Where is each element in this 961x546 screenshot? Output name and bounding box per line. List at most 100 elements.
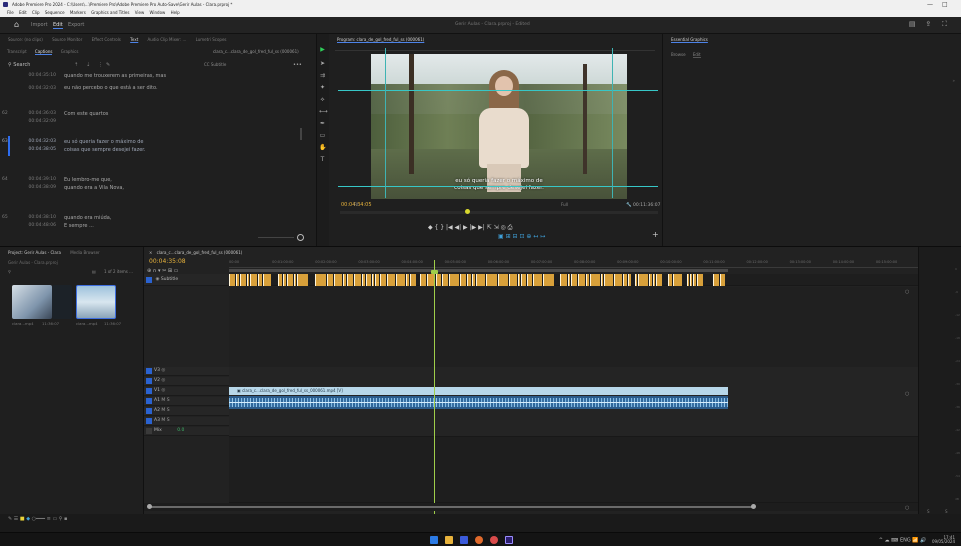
track-header-a2[interactable]: A2 M S <box>143 407 229 416</box>
selection-tool-icon[interactable]: ➤ <box>319 60 326 67</box>
subtitle-clip[interactable] <box>247 274 249 286</box>
subtitle-clip[interactable] <box>656 274 662 286</box>
subtitle-clip[interactable] <box>635 274 637 286</box>
subtitle-clip[interactable] <box>380 274 386 286</box>
premiere-taskbar-icon[interactable] <box>505 536 513 544</box>
subtab-graphics[interactable]: Graphics <box>61 49 79 54</box>
subtitle-clip[interactable] <box>263 274 271 286</box>
caption-row-62[interactable]: 62 00:04:36:03 00:04:32:09 Com este quar… <box>2 110 298 128</box>
subtitle-clip[interactable] <box>396 274 405 286</box>
project-item-name[interactable]: clara...mp4 <box>76 321 98 326</box>
razor-icon[interactable]: ⟡ <box>319 96 326 103</box>
track-lock-icon[interactable] <box>146 408 152 414</box>
slip-tool-icon[interactable]: ⟷ <box>319 108 328 115</box>
subtitle-clip[interactable] <box>673 274 682 286</box>
video-clip-v1[interactable]: ▣ clara_c...clara_de_gol_fred_ful_ss_000… <box>229 387 728 395</box>
subtab-captions[interactable]: Captions <box>34 49 53 55</box>
subtitle-clip[interactable] <box>354 274 361 286</box>
timeline-timecode[interactable]: 00:04:35:08 <box>149 258 186 265</box>
track-header-v3[interactable]: V3 ◎ <box>143 367 229 376</box>
caption-text[interactable]: quando era miúda, <box>64 214 294 222</box>
maximize-button[interactable]: □ <box>942 0 948 9</box>
track-lock-icon[interactable] <box>146 418 152 424</box>
caption-text[interactable]: eu não percebo o que está a ser dito. <box>64 84 294 92</box>
program-extra-controls[interactable]: ▣ ⊞ ⊟ ⊡ ⊕ ↤ ↦ <box>498 233 598 240</box>
subtitle-clip[interactable] <box>560 274 567 286</box>
subtitle-clip[interactable] <box>653 274 655 286</box>
chrome-icon[interactable] <box>490 536 498 544</box>
captions-zoom-track[interactable] <box>258 237 294 238</box>
quick-export-icon[interactable]: ⇪ <box>925 20 934 28</box>
scrollbar-thumb[interactable] <box>149 506 755 508</box>
subtitle-clip[interactable] <box>649 274 652 286</box>
project-item-name[interactable]: clara...mp4 <box>12 321 34 326</box>
track-header-subtitle[interactable]: ◉ Subtitle <box>143 274 229 286</box>
zoom-slider[interactable]: ○━━━ <box>32 516 45 522</box>
subtitle-clip[interactable] <box>543 274 554 286</box>
subtab-browse[interactable]: Browse <box>671 52 686 57</box>
captions-edit-icon[interactable]: ✎ <box>106 60 110 70</box>
menu-clip[interactable]: Clip <box>32 10 40 15</box>
subtitle-clip[interactable] <box>687 274 689 286</box>
panel-divider[interactable] <box>316 34 317 246</box>
tab-media-browser[interactable]: Media Browser <box>70 250 100 255</box>
subtitle-clip[interactable] <box>498 274 508 286</box>
track-header-a3[interactable]: A3 M S <box>143 417 229 426</box>
subtitle-clip[interactable] <box>283 274 286 286</box>
subtitle-clip[interactable] <box>387 274 395 286</box>
subtitle-clip[interactable] <box>476 274 485 286</box>
caption-row[interactable]: 00:04:32:03 eu não percebo o que está a … <box>8 84 298 93</box>
captions-split-icon[interactable]: ⋮ <box>98 60 103 70</box>
track-toggle-icon[interactable]: ◉ <box>155 277 159 282</box>
tab-essential-graphics[interactable]: Essential Graphics <box>671 37 708 42</box>
subtab-transcript[interactable]: Transcript <box>7 49 27 54</box>
list-view-icon[interactable]: ☰ <box>14 516 18 522</box>
subtitle-clip[interactable] <box>713 274 719 286</box>
project-item-thumbnail-selected[interactable] <box>76 285 116 319</box>
subtitle-clip[interactable] <box>334 274 342 286</box>
new-bin-icon[interactable]: ▭ <box>52 516 57 522</box>
subtitle-clip[interactable] <box>472 274 475 286</box>
caption-row-64[interactable]: 64 00:04:39:10 00:04:38:09 Eu lembro-me … <box>2 176 298 194</box>
subtitle-clip[interactable] <box>668 274 672 286</box>
subtitle-clip[interactable] <box>590 274 600 286</box>
subtitle-clip[interactable] <box>601 274 603 286</box>
minimize-button[interactable]: — <box>927 0 933 9</box>
subtitle-clip[interactable] <box>586 274 589 286</box>
caption-text[interactable]: Eu lembro-me que, <box>64 176 294 184</box>
subtitle-clip[interactable] <box>693 274 696 286</box>
mute-icon[interactable]: M <box>161 418 165 423</box>
subtitle-clip[interactable] <box>442 274 448 286</box>
eye-icon[interactable]: ◎ <box>161 378 165 383</box>
tab-import[interactable]: Import <box>31 22 48 28</box>
home-icon[interactable]: ⌂ <box>14 20 22 29</box>
timeline-ruler[interactable]: 00:00 00:01:00:00 00:02:00:00 00:03:00:00 00… <box>229 260 919 268</box>
browser-icon[interactable] <box>475 536 483 544</box>
freeform-view-icon[interactable]: ◆ <box>26 516 30 522</box>
subtitle-clip[interactable] <box>638 274 648 286</box>
track-select-icon[interactable]: ⇉ <box>319 72 326 79</box>
menu-markers[interactable]: Markers <box>70 10 86 15</box>
play-icon[interactable]: ▶ <box>319 46 326 53</box>
subtitle-clip[interactable] <box>347 274 353 286</box>
subtitle-clip[interactable] <box>410 274 416 286</box>
captions-more-button[interactable]: ••• <box>293 60 302 70</box>
mute-icon[interactable]: M <box>161 398 165 403</box>
app-icon[interactable] <box>460 536 468 544</box>
caption-text-line2[interactable]: E sempre ... <box>64 222 294 230</box>
subtitle-clip[interactable] <box>229 274 235 286</box>
subtitle-clip[interactable] <box>236 274 239 286</box>
timeline-horizontal-scrollbar[interactable] <box>143 503 919 511</box>
hand-tool-icon[interactable]: ✋ <box>319 144 326 151</box>
type-tool-icon[interactable]: T <box>319 156 326 163</box>
caption-text[interactable]: Com este quartos <box>64 110 294 118</box>
rectangle-tool-icon[interactable]: ▭ <box>319 132 326 139</box>
file-explorer-icon[interactable] <box>445 536 453 544</box>
track-lock-icon[interactable] <box>146 277 152 283</box>
trash-icon[interactable]: ▪ <box>64 516 67 522</box>
subtitle-clip[interactable] <box>315 274 326 286</box>
track-lock-icon[interactable] <box>146 368 152 374</box>
subtitle-clip[interactable] <box>518 274 520 286</box>
tab-project[interactable]: Project: Gerir Aulas - Clara <box>8 250 61 255</box>
workspaces-icon[interactable]: ▤ <box>909 20 918 28</box>
